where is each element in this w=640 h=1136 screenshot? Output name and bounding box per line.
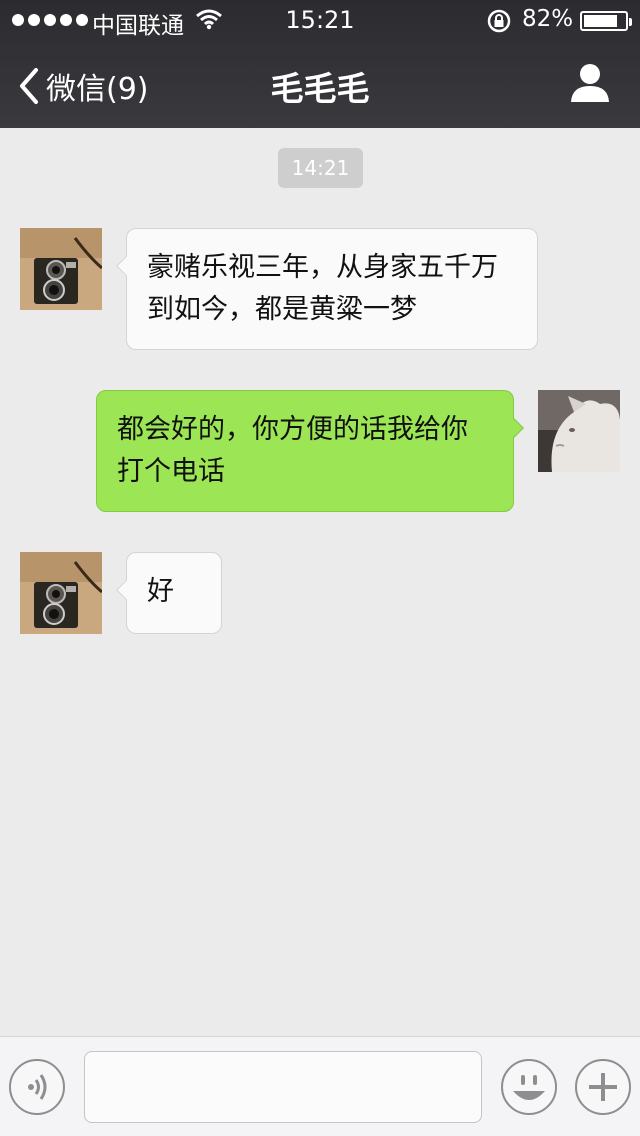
more-button[interactable] (575, 1059, 631, 1115)
plus-icon (589, 1073, 617, 1101)
battery-nub (629, 18, 632, 26)
voice-icon (28, 1074, 47, 1100)
bubble-tail (116, 256, 136, 276)
chat-title: 毛毛毛 (270, 69, 370, 108)
status-bar: 中国联通 15:21 82% (0, 0, 640, 40)
camera-photo-icon (20, 228, 102, 310)
incoming-message[interactable]: 好 (116, 552, 222, 634)
cat-photo-icon (538, 390, 620, 472)
outgoing-message[interactable]: 都会好的，你方便的话我给你打个电话 (96, 390, 524, 512)
navigation-bar: 微信(9) 毛毛毛 (0, 40, 640, 128)
header: 中国联通 15:21 82% 微信(9) 毛毛毛 (0, 0, 640, 128)
contact-avatar[interactable] (20, 228, 102, 310)
bubble-tail (504, 418, 524, 438)
contact-avatar[interactable] (20, 552, 102, 634)
camera-photo-icon (20, 552, 102, 634)
battery-icon (580, 11, 632, 31)
bubble-tail (116, 580, 136, 600)
person-icon (571, 64, 609, 102)
incoming-message[interactable]: 豪赌乐视三年，从身家五千万到如今，都是黄粱一梦 (116, 228, 538, 350)
message-input[interactable] (84, 1051, 482, 1123)
input-bar (0, 1036, 640, 1136)
emoji-button[interactable] (501, 1059, 557, 1115)
my-avatar[interactable] (538, 390, 620, 472)
message-timestamp: 14:21 (278, 148, 363, 188)
message-text: 都会好的，你方便的话我给你打个电话 (117, 414, 468, 487)
message-text: 好 (147, 576, 174, 607)
profile-button[interactable] (568, 62, 612, 108)
battery-percent: 82% (522, 6, 574, 32)
voice-button[interactable] (9, 1059, 65, 1115)
message-text: 豪赌乐视三年，从身家五千万到如今，都是黄粱一梦 (147, 252, 498, 325)
battery-fill (584, 15, 617, 27)
rotation-lock-icon (486, 8, 512, 40)
emoji-icon (513, 1075, 545, 1100)
